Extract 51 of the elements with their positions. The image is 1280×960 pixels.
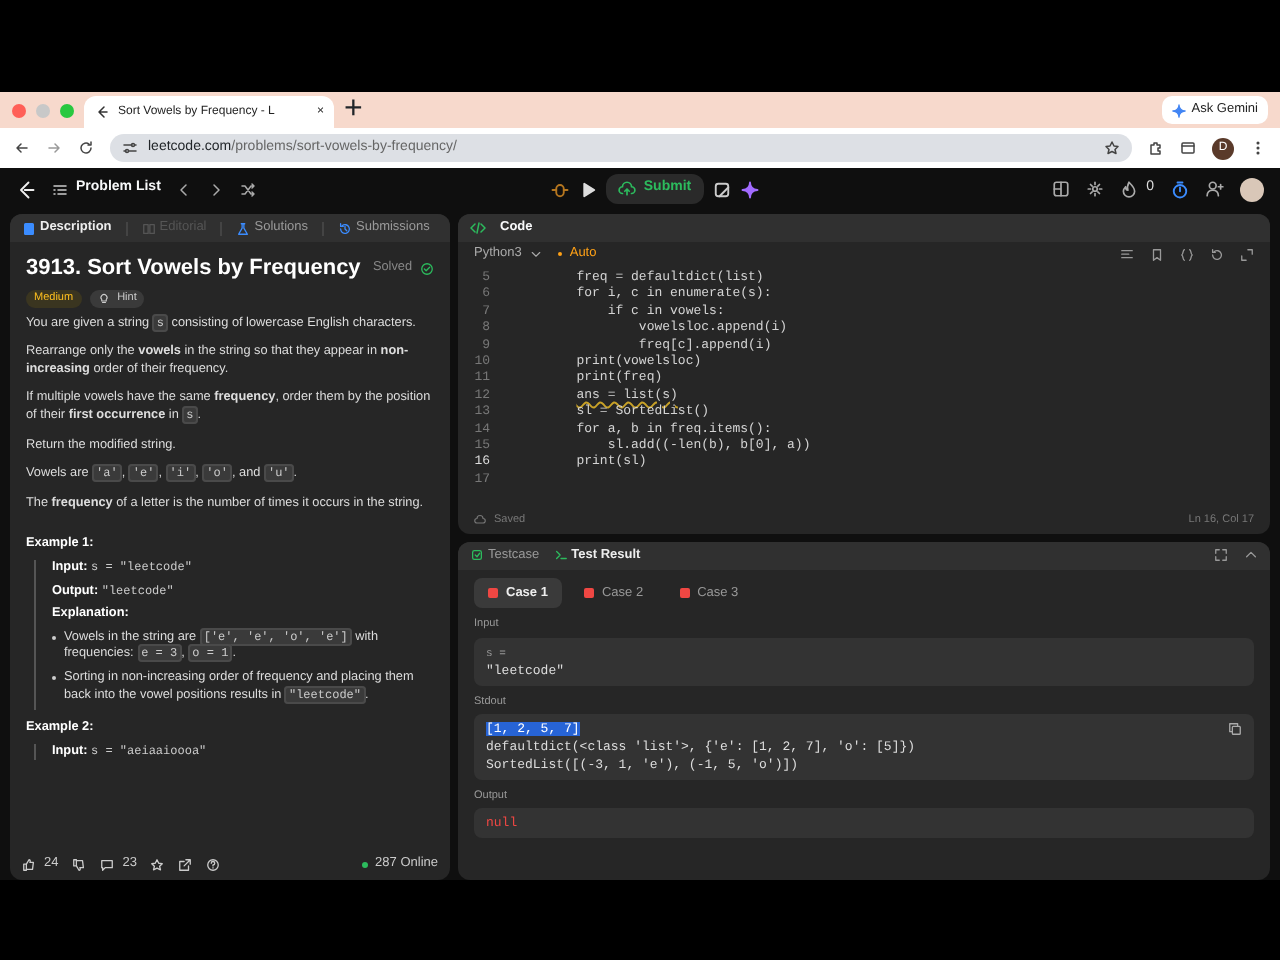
add-user-icon[interactable] [1205,180,1224,198]
sparkle-icon [1171,103,1186,117]
bookmark-star-icon[interactable] [1104,140,1120,156]
play-icon[interactable] [577,179,598,199]
document-icon [22,221,36,235]
notes-icon[interactable] [711,179,732,199]
reset-icon[interactable] [1210,247,1224,261]
layout-icon[interactable] [1052,180,1071,198]
check-circle-icon [420,261,434,275]
terminal-icon [553,548,568,563]
bookmark-icon[interactable] [1150,247,1164,261]
forward-icon[interactable] [46,140,62,156]
lightbulb-icon [97,292,110,305]
sparkle-icon[interactable] [739,179,760,199]
share-icon[interactable] [178,857,193,871]
thumbs-down-icon[interactable] [72,857,87,871]
site-settings-icon [122,140,138,156]
cloud-icon [474,514,486,527]
list-icon [52,181,68,197]
online-dot-icon [361,861,368,867]
flame-icon [1120,180,1139,198]
comment-icon [100,857,115,871]
shuffle-icon[interactable] [240,181,257,197]
cloud-upload-icon [617,180,636,198]
help-icon[interactable] [206,857,221,871]
copy-icon[interactable] [1228,721,1242,736]
history-icon [338,221,352,235]
expand-icon[interactable] [1240,247,1254,261]
next-icon[interactable] [208,181,225,197]
tab-search-icon[interactable] [1180,140,1196,156]
maximize-icon[interactable] [1214,548,1228,563]
thumbs-up-icon [22,857,36,871]
settings-icon[interactable] [1086,180,1105,198]
new-tab-button[interactable]: + [344,86,363,134]
book-icon [141,221,156,235]
problem-title: 3913. Sort Vowels by Frequency [26,254,363,282]
reload-icon[interactable] [78,140,94,156]
bug-icon[interactable] [549,179,570,199]
back-icon[interactable] [14,140,30,156]
chevron-down-icon [529,248,542,260]
flask-icon [236,221,251,235]
timer-icon[interactable] [1169,179,1190,199]
collapse-icon[interactable] [1244,548,1258,563]
star-icon[interactable] [150,857,165,871]
user-avatar[interactable] [1239,177,1264,201]
extensions-icon[interactable] [1148,140,1164,156]
previous-icon[interactable] [176,181,193,197]
checkbox-icon [470,548,484,563]
braces-icon[interactable] [1180,247,1194,261]
format-icon[interactable] [1120,247,1134,261]
code-icon [470,220,486,236]
